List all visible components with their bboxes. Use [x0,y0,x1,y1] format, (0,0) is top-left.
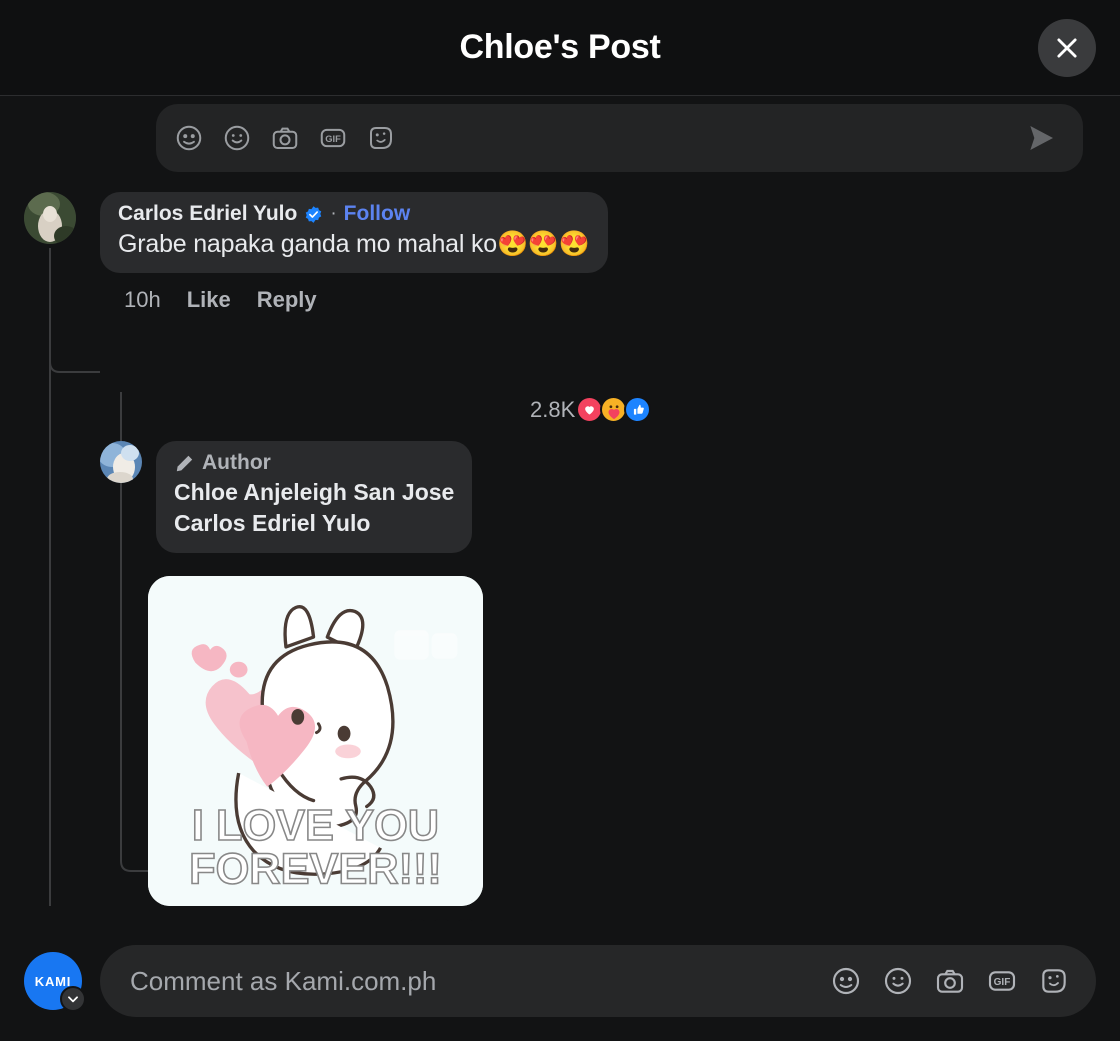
comment-actions: 10h Like Reply [124,287,608,313]
care-reaction-icon [600,396,628,423]
gif-icon[interactable]: GIF [986,965,1018,997]
comment-author-line: Carlos Edriel Yulo · Follow [118,202,590,226]
bunny-sticker-icon: I LOVE YOU FOREVER!!! [148,576,483,906]
svg-text:GIF: GIF [325,134,341,144]
sticker-attachment[interactable]: I LOVE YOU FOREVER!!! [148,576,483,906]
avatar-label: KAMI [34,973,72,989]
chevron-down-icon [68,996,78,1003]
pen-icon [176,455,193,471]
author-tag-label: Author [202,451,271,474]
camera-icon[interactable] [934,965,966,997]
follow-link[interactable]: Follow [344,202,411,226]
reaction-summary[interactable]: 2.8K [530,396,652,423]
comment-text: Grabe napaka ganda mo mahal ko😍😍😍 [118,230,590,258]
comment-bubble: Carlos Edriel Yulo · Follow Grabe napaka… [100,192,608,273]
comment-input-placeholder: Comment as Kami.com.ph [130,965,437,996]
reply-author-name[interactable]: Chloe Anjeleigh San Jose [174,477,454,508]
sticker-icon[interactable] [366,123,396,153]
close-icon [1057,38,1077,58]
comment-item: Carlos Edriel Yulo · Follow Grabe napaka… [24,192,652,423]
comment-composer-bar: KAMI Comment as Kami.com.ph GIF [0,921,1120,1041]
gif-icon[interactable]: GIF [318,123,348,153]
svg-text:GIF: GIF [994,977,1011,988]
reply-button[interactable]: Reply [257,287,317,313]
top-comment-composer[interactable]: GIF [156,104,1083,172]
smiley-icon[interactable] [882,965,914,997]
like-reaction-icon [624,396,652,423]
post-dialog: Chloe's Post GIF Carlos Edriel Yulo · Fo… [0,0,1120,1041]
reply-mention-name[interactable]: Carlos Edriel Yulo [174,508,454,539]
verified-badge-icon [306,205,322,223]
like-button[interactable]: Like [187,287,231,313]
comments-scroll-area[interactable]: GIF Carlos Edriel Yulo · Follow Grabe na… [0,96,1120,921]
reaction-count: 2.8K [530,396,576,422]
author-tag: Author [174,451,454,475]
reply-bubble: Author Chloe Anjeleigh San Jose Carlos E… [156,441,473,554]
page-title: Chloe's Post [459,28,661,66]
comment-author-name[interactable]: Carlos Edriel Yulo [118,202,297,226]
comment-input[interactable]: Comment as Kami.com.ph GIF [100,945,1096,1017]
avatar-switch-badge[interactable] [60,986,86,1012]
sticker-icon[interactable] [1038,965,1070,997]
dialog-header: Chloe's Post [0,0,1120,96]
heart-reaction-icon [576,396,604,423]
reply-item: Author Chloe Anjeleigh San Jose Carlos E… [100,441,483,921]
close-button[interactable] [1038,19,1096,77]
avatar[interactable] [100,441,142,483]
composer-icon-row: GIF [174,123,396,153]
send-icon[interactable] [1025,122,1057,154]
smiley-icon[interactable] [222,123,252,153]
camera-icon[interactable] [270,123,300,153]
avatar-face-icon[interactable] [174,123,204,153]
composer-icon-row: GIF [830,965,1070,997]
sticker-text-line1: I LOVE YOU [192,802,439,850]
avatar[interactable] [24,192,76,244]
sticker-text-line2: FOREVER!!! [189,845,442,893]
comment-timestamp: 10h [124,287,161,312]
avatar-face-icon[interactable] [830,965,862,997]
separator-dot: · [330,203,337,224]
avatar[interactable]: KAMI [24,952,86,1012]
